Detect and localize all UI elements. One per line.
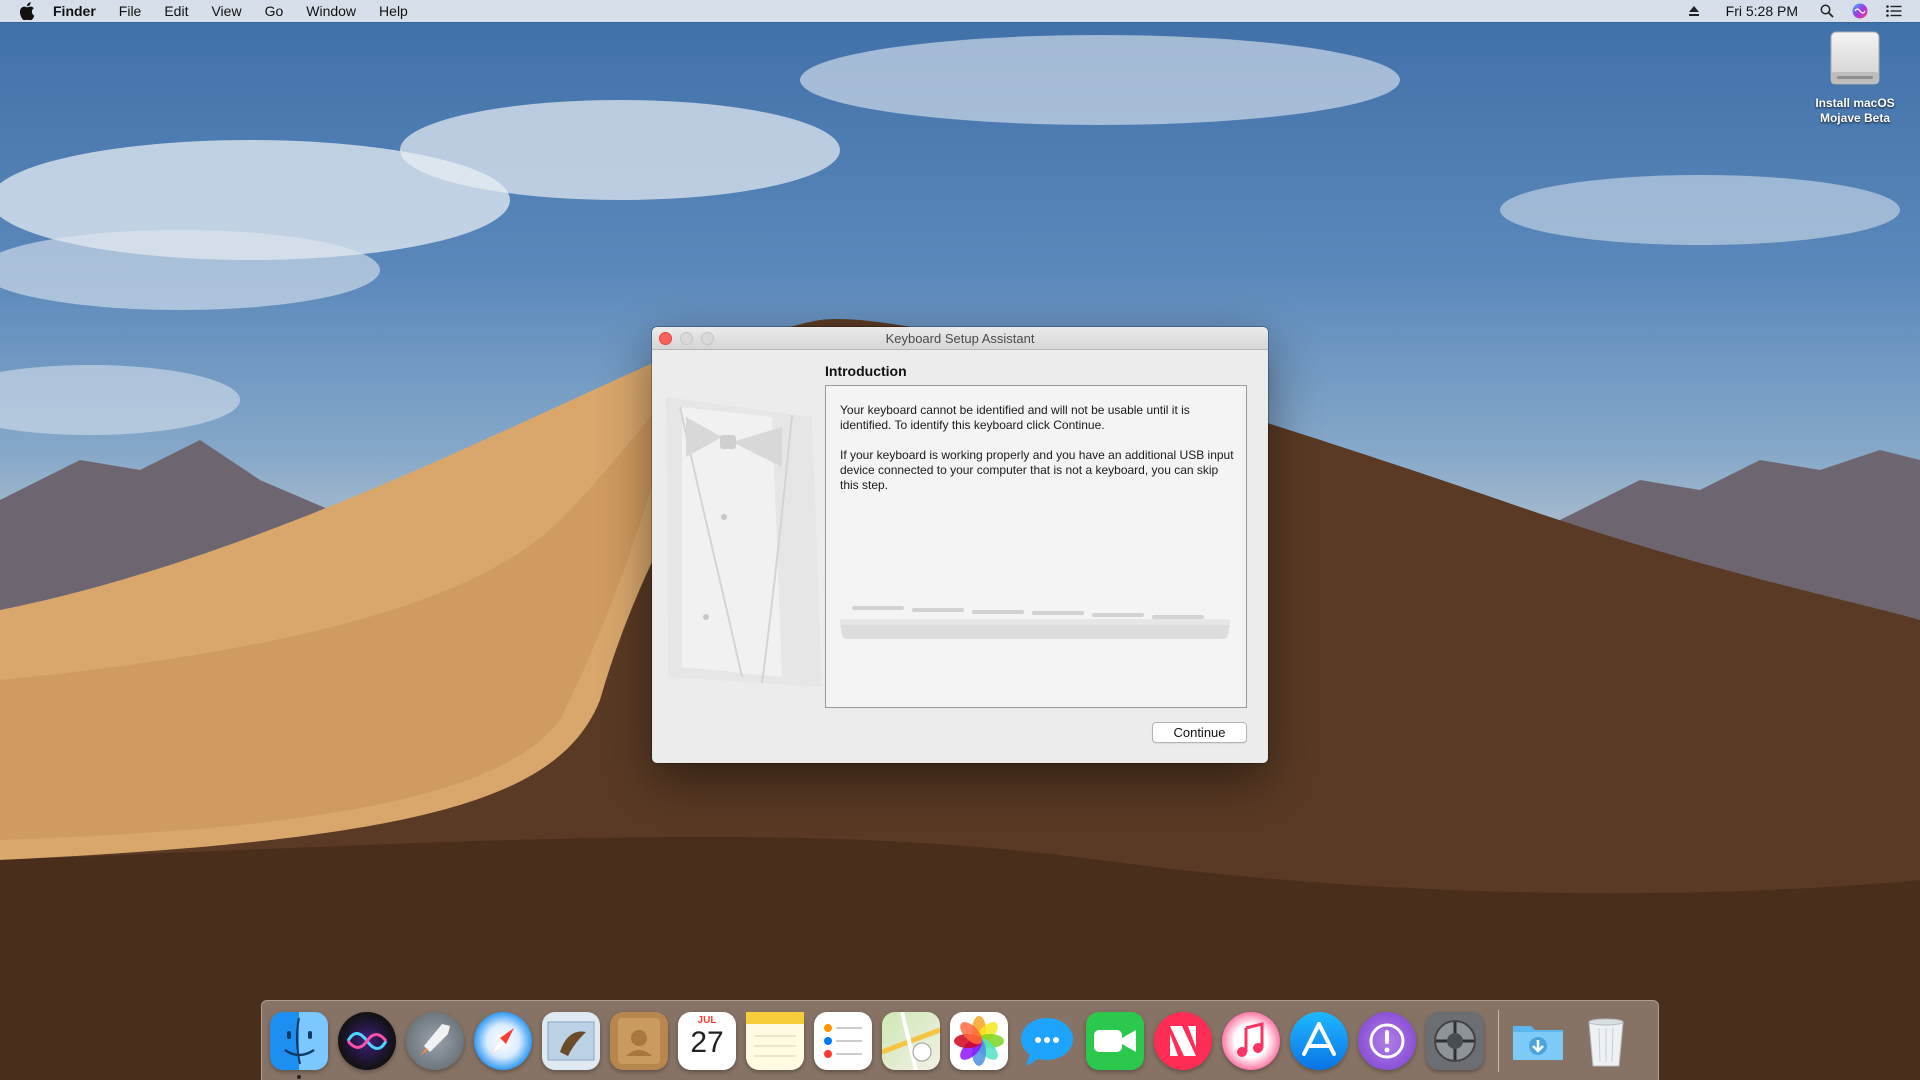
siri-icon[interactable] — [338, 1011, 396, 1070]
news-icon[interactable] — [1154, 1011, 1212, 1070]
itunes-icon[interactable] — [1222, 1011, 1280, 1070]
calendar-day: 27 — [690, 1025, 724, 1059]
calendar-month: JUL — [697, 1014, 717, 1026]
keyboard-illustration-icon — [838, 601, 1232, 641]
dock: JUL 27 — [261, 1000, 1659, 1080]
continue-button[interactable]: Continue — [1152, 722, 1247, 743]
maps-icon[interactable] — [882, 1011, 940, 1070]
eject-icon[interactable] — [1688, 5, 1700, 17]
menu-go[interactable]: Go — [265, 3, 284, 19]
trash-icon[interactable] — [1577, 1012, 1635, 1070]
apple-menu-icon[interactable] — [19, 2, 37, 20]
running-indicator — [297, 1074, 301, 1079]
notification-center-icon[interactable] — [1886, 5, 1902, 17]
photos-icon[interactable] — [950, 1011, 1008, 1070]
feedback-assistant-icon[interactable] — [1358, 1011, 1416, 1070]
system-preferences-icon[interactable] — [1426, 1011, 1484, 1070]
desktop-drive-install-macos[interactable]: Install macOS Mojave Beta — [1800, 28, 1910, 126]
window-title: Keyboard Setup Assistant — [885, 330, 1035, 346]
drive-label: Install macOS Mojave Beta — [1815, 96, 1895, 125]
menu-view[interactable]: View — [211, 3, 241, 19]
keyboard-setup-assistant-window: Keyboard Setup Assistant Introduction Yo… — [652, 327, 1268, 763]
page-heading: Introduction — [825, 363, 907, 379]
mail-icon[interactable] — [542, 1011, 600, 1070]
menu-app-finder[interactable]: Finder — [53, 3, 96, 19]
calendar-icon[interactable]: JUL 27 — [678, 1011, 736, 1070]
notes-icon[interactable] — [746, 1011, 804, 1070]
search-icon[interactable] — [1820, 4, 1834, 18]
menu-bar: Finder File Edit View Go Window Help Fri… — [0, 0, 1920, 22]
introduction-panel: Your keyboard cannot be identified and w… — [825, 385, 1247, 708]
contacts-icon[interactable] — [610, 1011, 668, 1070]
launchpad-icon[interactable] — [406, 1011, 464, 1070]
facetime-icon[interactable] — [1086, 1011, 1144, 1070]
zoom-window-button[interactable] — [701, 332, 714, 345]
downloads-folder-icon[interactable] — [1509, 1012, 1567, 1070]
menu-clock[interactable]: Fri 5:28 PM — [1726, 3, 1798, 19]
dock-separator — [1498, 1009, 1499, 1072]
close-window-button[interactable] — [659, 332, 672, 345]
intro-paragraph-skip: If your keyboard is working properly and… — [840, 448, 1234, 492]
intro-paragraph-identify: Your keyboard cannot be identified and w… — [840, 403, 1190, 432]
minimize-window-button[interactable] — [680, 332, 693, 345]
external-drive-icon — [1827, 28, 1883, 92]
messages-icon[interactable] — [1018, 1012, 1076, 1070]
finder-icon[interactable] — [270, 1011, 328, 1079]
reminders-icon[interactable] — [814, 1011, 872, 1070]
menu-help[interactable]: Help — [379, 3, 408, 19]
menu-file[interactable]: File — [119, 3, 142, 19]
menu-window[interactable]: Window — [306, 3, 356, 19]
siri-icon[interactable] — [1852, 3, 1868, 19]
safari-icon[interactable] — [474, 1011, 532, 1070]
app-store-icon[interactable] — [1290, 1011, 1348, 1070]
menu-edit[interactable]: Edit — [164, 3, 188, 19]
window-titlebar[interactable]: Keyboard Setup Assistant — [652, 327, 1268, 350]
